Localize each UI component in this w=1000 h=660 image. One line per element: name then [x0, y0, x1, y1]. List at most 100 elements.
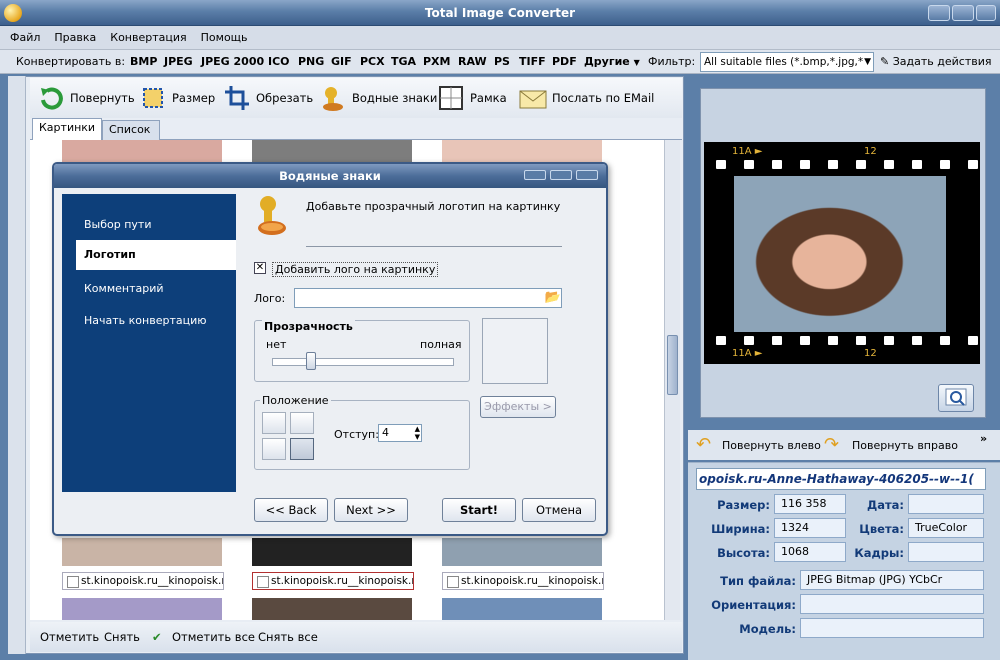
rotate-left-button[interactable]: Повернуть влево [722, 439, 821, 452]
rotate-right-button[interactable]: Повернуть вправо [852, 439, 958, 452]
nav-item-logo[interactable]: Логотип [76, 240, 236, 270]
stamp-icon [318, 83, 348, 113]
app-icon[interactable] [4, 4, 22, 22]
format-jpeg2000[interactable]: JPEG 2000 [201, 50, 264, 74]
rotate-left-icon[interactable]: ↶ [696, 434, 711, 455]
film-perforation [940, 336, 950, 345]
watermark-button[interactable]: Водные знаки [318, 78, 437, 118]
thumbnail[interactable] [62, 598, 222, 620]
thumbnail[interactable] [62, 538, 222, 566]
mark-all-button[interactable]: Отметить все [172, 630, 255, 644]
menu-help[interactable]: Помощь [194, 26, 255, 50]
offset-input[interactable]: 4 ▲ ▼ [378, 424, 422, 442]
dialog-maximize-button[interactable] [550, 170, 572, 180]
film-perforation [884, 160, 894, 169]
format-other-dropdown[interactable]: Другие ▼ [584, 50, 640, 75]
format-pcx[interactable]: PCX [360, 50, 385, 74]
logo-header-text: Добавьте прозрачный логотип на картинку [306, 200, 561, 213]
set-actions-label: Задать действия [892, 55, 992, 68]
nav-item-choose-path[interactable]: Выбор пути [62, 210, 236, 240]
back-button[interactable]: << Back [254, 498, 328, 522]
transparency-min-label: нет [266, 338, 287, 351]
tab-list[interactable]: Список [102, 120, 160, 140]
rotate-button[interactable]: Повернуть [36, 78, 135, 118]
resize-label: Размер [172, 91, 216, 105]
next-button[interactable]: Next >> [334, 498, 408, 522]
transparency-slider[interactable] [272, 358, 454, 366]
thumbnail[interactable] [252, 598, 412, 620]
menu-edit[interactable]: Правка [47, 26, 103, 50]
thumbnail[interactable] [442, 538, 602, 566]
position-bottom-left[interactable] [262, 438, 286, 460]
format-tga[interactable]: TGA [391, 50, 416, 74]
format-ico[interactable]: ICO [268, 50, 290, 74]
format-ps[interactable]: PS [494, 50, 510, 74]
format-pdf[interactable]: PDF [552, 50, 577, 74]
minimize-button[interactable] [928, 5, 950, 21]
thumbnail[interactable] [62, 140, 222, 164]
zoom-button[interactable] [938, 384, 974, 412]
send-email-button[interactable]: Послать по EMail [518, 78, 654, 118]
start-button[interactable]: Start! [442, 498, 516, 522]
title-bar: Total Image Converter [0, 0, 1000, 26]
logo-path-input[interactable] [294, 288, 562, 308]
nav-item-start-conversion[interactable]: Начать конвертацию [62, 306, 236, 336]
resize-button[interactable]: Размер [138, 78, 215, 118]
unmark-button[interactable]: Снять [104, 630, 140, 644]
crop-button[interactable]: Обрезать [222, 78, 313, 118]
nav-item-comment[interactable]: Комментарий [62, 274, 236, 304]
frames-label: Кадры: [854, 546, 904, 560]
film-perforation [912, 160, 922, 169]
thumbnail[interactable] [442, 140, 602, 164]
filter-select[interactable]: All suitable files (*.bmp,*.jpg,* ▼ [700, 52, 874, 72]
mark-button[interactable]: Отметить [40, 630, 99, 644]
format-bmp[interactable]: BMP [130, 50, 157, 74]
add-logo-checkbox[interactable]: ✕ [254, 262, 266, 274]
format-gif[interactable]: GIF [331, 50, 352, 74]
rotate-right-icon[interactable]: ↷ [824, 434, 839, 455]
chevron-down-icon: ▼ [864, 57, 871, 67]
maximize-button[interactable] [952, 5, 974, 21]
thumbnail-selected[interactable] [252, 538, 412, 566]
thumbnail-caption[interactable]: st.kinopoisk.ru__kinopoisk.ru [62, 572, 224, 590]
stamp-icon [254, 194, 288, 240]
format-tiff[interactable]: TIFF [519, 50, 546, 74]
thumbnail-scrollbar[interactable] [664, 140, 680, 620]
thumbnail-caption[interactable]: st.kinopoisk.ru__kinopoisk.ru [442, 572, 604, 590]
add-logo-label[interactable]: Добавить лого на картинку [272, 262, 439, 277]
film-label: 11A ► [732, 146, 763, 157]
slider-thumb[interactable] [306, 352, 317, 370]
menu-convert[interactable]: Конвертация [103, 26, 193, 50]
effects-button[interactable]: Эффекты > [480, 396, 556, 418]
frame-button[interactable]: Рамка [436, 78, 507, 118]
size-label: Размер: [717, 498, 770, 512]
format-pxm[interactable]: PXM [423, 50, 451, 74]
close-button[interactable] [976, 5, 996, 21]
tab-pictures[interactable]: Картинки [32, 118, 102, 140]
position-top-right[interactable] [290, 412, 314, 434]
selection-bar: Отметить Снять ✔ Отметить все Снять все [30, 622, 682, 652]
film-perforation [772, 336, 782, 345]
open-folder-icon[interactable]: 📂 [544, 289, 562, 307]
dialog-minimize-button[interactable] [524, 170, 546, 180]
format-jpeg[interactable]: JPEG [164, 50, 193, 74]
convert-to-label: Конвертировать в: [16, 55, 126, 68]
thumbnail-caption[interactable]: st.kinopoisk.ru__kinopoisk.ru [252, 572, 414, 590]
dialog-close-button[interactable] [576, 170, 598, 180]
cancel-button[interactable]: Отмена [522, 498, 596, 522]
filter-label: Фильтр: [648, 55, 696, 68]
position-top-left[interactable] [262, 412, 286, 434]
menu-file[interactable]: Файл [0, 26, 47, 50]
unmark-all-button[interactable]: Снять все [258, 630, 318, 644]
expand-icon[interactable]: » [980, 432, 987, 445]
spinner-arrows-icon[interactable]: ▲ ▼ [415, 425, 420, 441]
film-perforation [800, 336, 810, 345]
format-png[interactable]: PNG [298, 50, 324, 74]
folder-scrollbar[interactable] [8, 76, 26, 654]
position-bottom-right[interactable] [290, 438, 314, 460]
thumbnail[interactable] [442, 598, 602, 620]
format-raw[interactable]: RAW [458, 50, 487, 74]
set-actions-button[interactable]: ✎ Задать действия [880, 50, 991, 74]
scrollbar-thumb[interactable] [667, 335, 678, 395]
thumbnail[interactable] [252, 140, 412, 164]
